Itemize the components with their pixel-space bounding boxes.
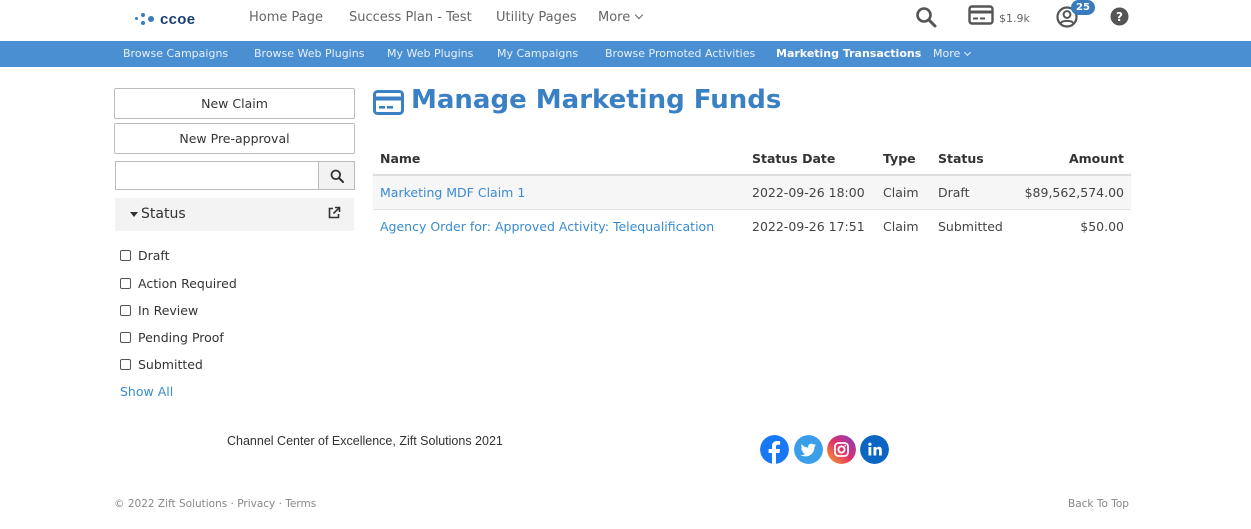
top-navigation: ccoe Home Page Success Plan - Test Utili…	[0, 0, 1251, 41]
table-row: Marketing MDF Claim 1 2022-09-26 18:00 C…	[373, 176, 1131, 209]
chevron-down-icon	[634, 10, 644, 20]
column-header-status[interactable]: Status	[938, 151, 984, 166]
notification-badge[interactable]: 25	[1071, 0, 1095, 15]
nav-success-plan[interactable]: Success Plan - Test	[349, 10, 472, 25]
search-box	[115, 161, 355, 190]
instagram-icon[interactable]	[827, 435, 856, 464]
sub-navigation: Browse Campaigns Browse Web Plugins My W…	[0, 41, 1251, 67]
back-to-top-link[interactable]: Back To Top	[1068, 498, 1129, 510]
filter-submitted[interactable]: Submitted	[120, 356, 203, 372]
nav-more[interactable]: More	[598, 10, 644, 25]
action-required-checkbox[interactable]	[120, 277, 131, 289]
footer-text: Channel Center of Excellence, Zift Solut…	[227, 434, 503, 448]
linkedin-icon[interactable]	[860, 435, 889, 464]
search-icon	[330, 169, 344, 183]
subnav-my-web-plugins[interactable]: My Web Plugins	[387, 47, 473, 60]
filter-label: In Review	[138, 302, 199, 318]
table-row: Agency Order for: Approved Activity: Tel…	[373, 210, 1131, 243]
show-all-link[interactable]: Show All	[120, 384, 173, 399]
subnav-more[interactable]: More	[933, 47, 972, 60]
logo[interactable]: ccoe	[133, 8, 195, 30]
wallet-icon[interactable]	[968, 5, 994, 25]
filter-action-required[interactable]: Action Required	[120, 275, 237, 291]
row-type: Claim	[883, 219, 919, 234]
row-status-date: 2022-09-26 18:00	[752, 185, 865, 200]
row-name-link[interactable]: Agency Order for: Approved Activity: Tel…	[380, 219, 714, 234]
copyright-text[interactable]: © 2022 Zift Solutions · Privacy · Terms	[114, 498, 316, 510]
subnav-browse-campaigns[interactable]: Browse Campaigns	[123, 47, 228, 60]
subnav-browse-promoted-activities[interactable]: Browse Promoted Activities	[605, 47, 755, 60]
in-review-checkbox[interactable]	[120, 304, 131, 316]
svg-text:?: ?	[1116, 10, 1123, 24]
caret-down-icon	[130, 212, 138, 217]
column-header-type[interactable]: Type	[883, 151, 916, 166]
status-filter-title: Status	[141, 206, 186, 222]
nav-more-label: More	[598, 10, 631, 25]
row-amount: $89,562,574.00	[1024, 185, 1124, 200]
status-filter-header[interactable]: Status	[115, 198, 354, 231]
pending-proof-checkbox[interactable]	[120, 331, 131, 343]
column-header-amount[interactable]: Amount	[1069, 151, 1124, 166]
help-icon[interactable]: ?	[1110, 7, 1129, 26]
row-status: Draft	[938, 185, 970, 200]
filter-label: Action Required	[138, 275, 237, 291]
row-status-date: 2022-09-26 17:51	[752, 219, 865, 234]
facebook-icon[interactable]	[760, 435, 789, 464]
search-input[interactable]	[116, 162, 318, 189]
subnav-more-label: More	[933, 47, 961, 60]
twitter-icon[interactable]	[794, 435, 823, 464]
row-status: Submitted	[938, 219, 1003, 234]
filter-label: Draft	[138, 247, 170, 263]
nav-home-page[interactable]: Home Page	[249, 10, 323, 25]
subnav-marketing-transactions[interactable]: Marketing Transactions	[776, 47, 921, 60]
page-title: Manage Marketing Funds	[411, 85, 782, 115]
subnav-my-campaigns[interactable]: My Campaigns	[497, 47, 578, 60]
search-icon[interactable]	[915, 6, 937, 28]
new-claim-button[interactable]: New Claim	[114, 88, 355, 119]
search-button[interactable]	[318, 162, 354, 189]
filter-label: Pending Proof	[138, 329, 224, 345]
row-amount: $50.00	[1080, 219, 1124, 234]
filter-in-review[interactable]: In Review	[120, 302, 198, 318]
wallet-amount[interactable]: $1.9k	[999, 12, 1030, 25]
new-preapproval-button[interactable]: New Pre-approval	[114, 123, 355, 154]
column-header-status-date[interactable]: Status Date	[752, 151, 835, 166]
chevron-down-icon	[964, 48, 972, 57]
subnav-browse-web-plugins[interactable]: Browse Web Plugins	[254, 47, 364, 60]
draft-checkbox[interactable]	[120, 249, 131, 261]
nav-utility-pages[interactable]: Utility Pages	[496, 10, 577, 25]
filter-draft[interactable]: Draft	[120, 247, 170, 263]
external-link-icon[interactable]	[327, 206, 341, 220]
credit-card-icon	[373, 90, 404, 115]
filter-pending-proof[interactable]: Pending Proof	[120, 329, 224, 345]
logo-text: ccoe	[160, 10, 196, 28]
filter-label: Submitted	[138, 356, 203, 372]
submitted-checkbox[interactable]	[120, 358, 131, 370]
logo-icon	[133, 9, 155, 29]
column-header-name[interactable]: Name	[380, 151, 420, 166]
row-name-link[interactable]: Marketing MDF Claim 1	[380, 185, 525, 200]
row-type: Claim	[883, 185, 919, 200]
